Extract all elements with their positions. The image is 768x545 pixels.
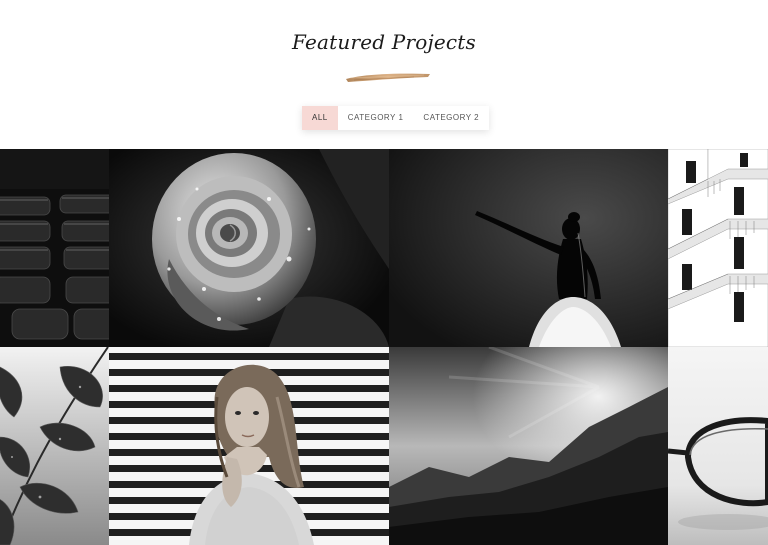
portfolio-page: Featured Projects ALL CATEGORY 1 CATEGOR… — [0, 0, 768, 545]
eyeglasses-image — [668, 347, 768, 545]
leaves-image — [0, 347, 109, 545]
filter-all-button[interactable]: ALL — [302, 106, 338, 130]
woman-portrait-image — [109, 347, 389, 545]
heading-wrap: Featured Projects — [0, 30, 768, 54]
brush-stroke-divider — [346, 73, 430, 82]
gallery-item-theater-seats[interactable] — [0, 149, 109, 347]
building-image — [668, 149, 768, 347]
gallery-item-dancer[interactable] — [389, 149, 668, 347]
rose-image — [109, 149, 389, 347]
gallery-item-rose[interactable] — [109, 149, 389, 347]
theater-seats-image — [0, 149, 109, 347]
gallery-item-leaves[interactable] — [0, 347, 109, 545]
page-title: Featured Projects — [291, 30, 476, 54]
gallery-item-woman-portrait[interactable] — [109, 347, 389, 545]
gallery-item-building[interactable] — [668, 149, 768, 347]
filter-category-1-button[interactable]: CATEGORY 1 — [338, 106, 414, 130]
filter-bar: ALL CATEGORY 1 CATEGORY 2 — [302, 106, 490, 130]
filter-category-2-button[interactable]: CATEGORY 2 — [413, 106, 489, 130]
dancer-image — [389, 149, 668, 347]
gallery-grid — [0, 149, 768, 545]
gallery-item-mountains[interactable] — [389, 347, 668, 545]
gallery-item-eyeglasses[interactable] — [668, 347, 768, 545]
mountains-image — [389, 347, 668, 545]
